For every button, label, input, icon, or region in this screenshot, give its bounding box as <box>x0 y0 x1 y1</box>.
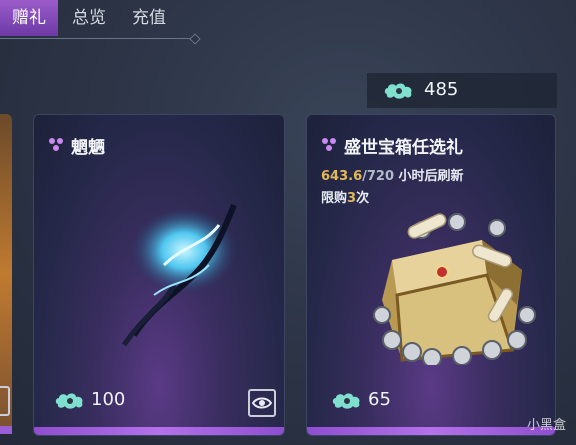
treasure-chest-icon <box>373 213 536 365</box>
tab-recharge[interactable]: 充值 <box>122 0 176 36</box>
tab-overview[interactable]: 总览 <box>62 0 116 36</box>
tab-bar: 赠礼 总览 充值 <box>0 0 201 45</box>
card-title: 魍魉 <box>71 138 105 158</box>
preview-button[interactable] <box>248 389 276 417</box>
limit-count: 3 <box>347 191 357 206</box>
cloud-currency-icon <box>384 83 412 99</box>
cloud-currency-icon <box>332 393 360 409</box>
card-price-value: 100 <box>91 389 126 410</box>
gift-card-wangliang[interactable]: 魍魉 100 <box>33 114 285 436</box>
watermark: 小黑盒 <box>526 418 566 433</box>
limit-prefix: 限购 <box>321 191 348 206</box>
card-partial-left-button[interactable] <box>0 386 10 416</box>
currency-amount: 485 <box>424 79 459 100</box>
cloud-currency-icon <box>55 393 83 409</box>
purple-triangle-icon <box>49 138 63 151</box>
tab-gift[interactable]: 赠礼 <box>0 0 58 36</box>
card-price: 100 <box>54 389 125 415</box>
tab-divider <box>0 38 195 39</box>
card-price: 65 <box>331 389 391 415</box>
refresh-current: 643.6 <box>321 169 363 184</box>
gift-card-treasure-chest[interactable]: 盛世宝箱任选礼 643.6/720 小时后刷新 限购3次 65 <box>306 114 556 436</box>
currency-balance: 485 <box>367 73 557 108</box>
refresh-timer: 643.6/720 小时后刷新 <box>321 165 464 184</box>
spirit-item-image <box>121 203 239 347</box>
purple-triangle-icon <box>322 138 336 151</box>
eye-icon <box>251 397 273 409</box>
card-price-value: 65 <box>368 389 391 410</box>
refresh-total: /720 <box>362 169 395 184</box>
refresh-label: 小时后刷新 <box>394 169 464 184</box>
card-title: 盛世宝箱任选礼 <box>344 138 463 158</box>
